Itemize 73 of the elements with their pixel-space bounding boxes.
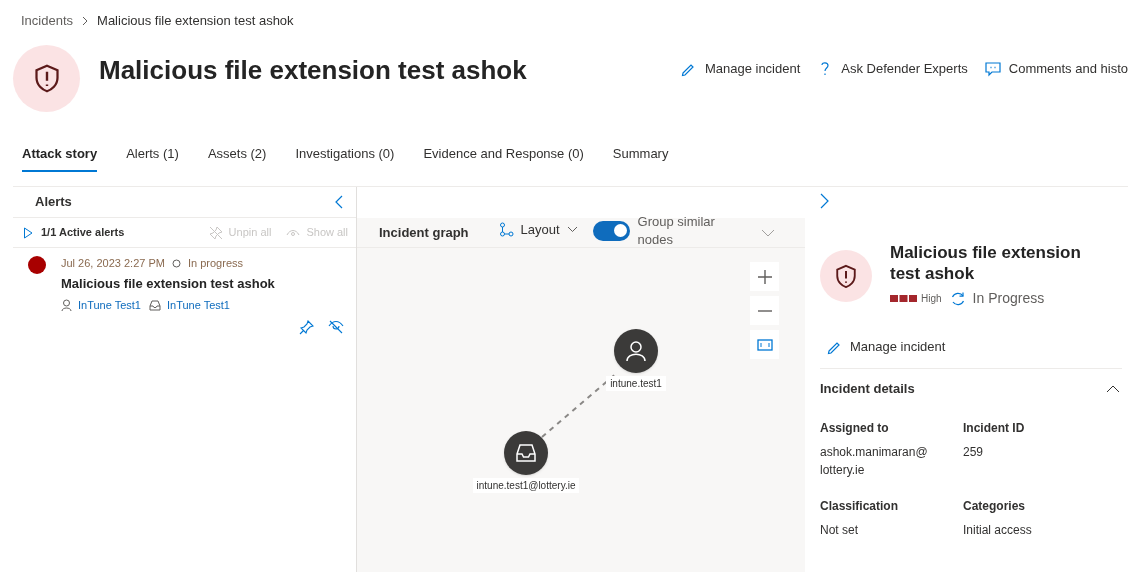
chevron-right-icon	[820, 193, 829, 209]
person-icon	[625, 340, 647, 362]
chevron-right-icon	[81, 15, 90, 26]
field-label: Classification	[820, 497, 900, 515]
tab[interactable]: Investigations (0)	[295, 141, 395, 172]
tab[interactable]: Summary	[612, 141, 669, 172]
shield-icon	[833, 262, 859, 290]
graph-title: Incident graph	[379, 223, 469, 242]
mailbox-link[interactable]: InTune Test1	[167, 297, 230, 314]
fit-button[interactable]	[750, 330, 779, 359]
fit-screen-icon	[756, 336, 773, 353]
hide-button[interactable]	[328, 319, 344, 335]
severity-bars-icon	[890, 295, 917, 302]
pin-icon	[299, 319, 314, 335]
user-link[interactable]: InTune Test1	[78, 297, 141, 314]
refresh-icon	[949, 290, 966, 307]
eye-hidden-icon	[328, 320, 344, 334]
layout-icon	[498, 222, 514, 237]
manage-incident-button[interactable]: Manage incident	[826, 337, 946, 357]
comment-icon	[983, 59, 1002, 77]
chevron-down-icon	[761, 228, 775, 237]
expand-panel-button[interactable]	[820, 193, 829, 209]
tab[interactable]: Alerts (1)	[126, 141, 179, 172]
action-button[interactable]: Manage incident	[679, 58, 801, 78]
unpin-icon	[208, 225, 223, 240]
minus-icon	[756, 309, 773, 312]
chevron-left-icon	[334, 195, 344, 209]
field-label: Categories	[963, 497, 1027, 515]
zoom-in-button[interactable]	[750, 262, 779, 291]
tab[interactable]: Attack story	[22, 141, 98, 172]
chevron-down-icon	[566, 226, 578, 233]
eye-icon	[286, 227, 301, 238]
page-title: Malicious file extension test ashok	[99, 53, 527, 87]
expand-button[interactable]	[761, 228, 775, 237]
collapse-button[interactable]	[334, 195, 344, 209]
play-icon	[23, 226, 33, 239]
mailbox-icon	[149, 299, 161, 311]
toggle-switch[interactable]	[592, 220, 630, 241]
breadcrumb-link[interactable]: Malicious file extension test ashok	[97, 11, 294, 31]
alert-title: Malicious file extension test ashok	[61, 274, 276, 293]
alert-status: In progress	[187, 256, 243, 271]
graph-node[interactable]	[504, 431, 548, 475]
field-label: Incident ID	[963, 419, 1026, 437]
action-button[interactable]: Ask Defender Experts	[816, 58, 968, 78]
alert-time: Jul 26, 2023 2:27 PM	[61, 256, 165, 271]
tab[interactable]: Evidence and Response (0)	[423, 141, 584, 172]
zoom-out-button[interactable]	[750, 296, 779, 325]
field-value: 259	[963, 443, 985, 461]
person-icon	[61, 299, 72, 312]
field-label: Assigned to	[820, 419, 890, 437]
field-value: Not set	[820, 521, 859, 539]
section-title: Incident details	[820, 379, 915, 398]
node-label: intune.test1@lottery.ie	[472, 478, 580, 493]
field-value: ashok.manimaran@ lottery.ie	[820, 443, 929, 479]
tab[interactable]: Assets (2)	[207, 141, 267, 172]
collapse-section-button[interactable]	[1106, 384, 1120, 393]
field-value: Initial access	[963, 521, 1033, 539]
status-circle-icon	[171, 258, 181, 268]
active-alerts-toggle[interactable]: 1/1 Active alerts	[23, 224, 125, 241]
layout-dropdown[interactable]: Layout	[498, 219, 578, 240]
breadcrumb-link[interactable]: Incidents	[21, 11, 74, 31]
plus-icon	[756, 268, 773, 285]
severity-label: High	[921, 292, 942, 306]
pin-button[interactable]	[299, 319, 314, 335]
status-label: In Progress	[972, 289, 1045, 308]
mailbox-icon	[515, 442, 537, 464]
node-label: intune.test1	[606, 376, 666, 391]
action-button[interactable]: Comments and histo	[983, 58, 1128, 78]
panel-title: Alerts	[35, 193, 72, 212]
graph-node[interactable]	[614, 329, 658, 373]
toggle-label: Group similar nodes	[637, 212, 716, 249]
chevron-up-icon	[1106, 384, 1120, 393]
incident-title: Malicious file extension test ashok	[890, 242, 1082, 284]
